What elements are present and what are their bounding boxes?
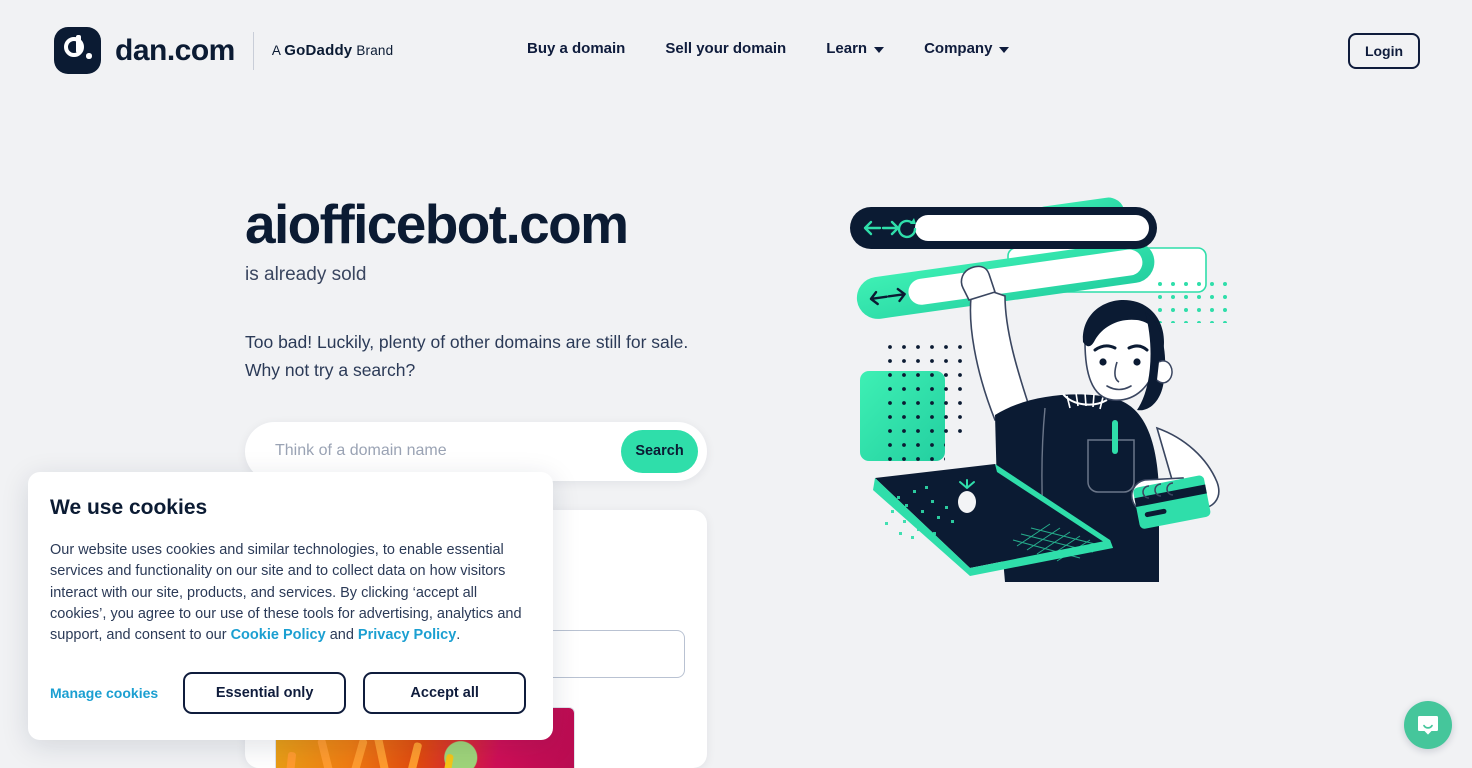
cookie-body-part-2: and: [325, 627, 358, 644]
logo-wordmark: dan.com: [115, 33, 235, 67]
cookie-body-part-3: .: [456, 627, 461, 644]
cookie-policy-link[interactable]: Cookie Policy: [231, 627, 326, 643]
tagline-suffix: Brand: [356, 43, 394, 58]
nav-item-company[interactable]: Company: [924, 40, 1010, 57]
godaddy-brand-tagline: A GoDaddy Brand: [272, 42, 393, 59]
site-header: dan.com A GoDaddy Brand Buy a domain Sel…: [0, 0, 1472, 102]
nav-label: Company: [924, 40, 993, 57]
hero-section: aiofficebot.com is already sold Too bad!…: [245, 193, 715, 481]
essential-only-button[interactable]: Essential only: [183, 672, 347, 715]
hero-description: Too bad! Luckily, plenty of other domain…: [245, 331, 689, 380]
message-bubble-icon: [1418, 716, 1438, 735]
dan-logo-icon: [54, 27, 101, 74]
nav-label: Sell your domain: [665, 40, 787, 57]
cookie-banner-title: We use cookies: [50, 496, 208, 519]
page-root: dan.com A GoDaddy Brand Buy a domain Sel…: [0, 0, 1472, 768]
chevron-down-icon: [874, 46, 885, 53]
nav-item-buy-a-domain[interactable]: Buy a domain: [527, 40, 625, 57]
manage-cookies-link[interactable]: Manage cookies: [50, 685, 158, 701]
search-button[interactable]: Search: [621, 429, 698, 473]
brand-divider: [252, 31, 254, 70]
chevron-down-icon: [999, 46, 1010, 53]
chat-launcher-button[interactable]: [1404, 701, 1452, 749]
hero-illustration: [845, 190, 1265, 610]
godaddy-wordmark: GoDaddy: [284, 42, 353, 59]
cookie-banner-actions: Manage cookies Essential only Accept all: [50, 672, 531, 715]
tagline-prefix: A: [271, 43, 281, 58]
nav-label: Buy a domain: [527, 40, 626, 57]
nav-item-learn[interactable]: Learn: [826, 40, 885, 57]
domain-status-text: is already sold: [245, 263, 367, 285]
domain-search-input[interactable]: [275, 442, 621, 461]
brand-lockup[interactable]: dan.com A GoDaddy Brand: [54, 27, 393, 74]
privacy-policy-link[interactable]: Privacy Policy: [358, 627, 456, 643]
login-button[interactable]: Login: [1348, 33, 1420, 69]
nav-label: Learn: [826, 40, 868, 57]
cookie-consent-banner: We use cookies Our website uses cookies …: [28, 472, 553, 740]
page-title-domain: aiofficebot.com: [245, 193, 629, 255]
accept-all-button[interactable]: Accept all: [363, 672, 527, 715]
main-navigation: Buy a domain Sell your domain Learn Comp…: [527, 40, 1010, 57]
cookie-banner-body: Our website uses cookies and similar tec…: [50, 540, 531, 646]
nav-item-sell-your-domain[interactable]: Sell your domain: [665, 40, 786, 57]
